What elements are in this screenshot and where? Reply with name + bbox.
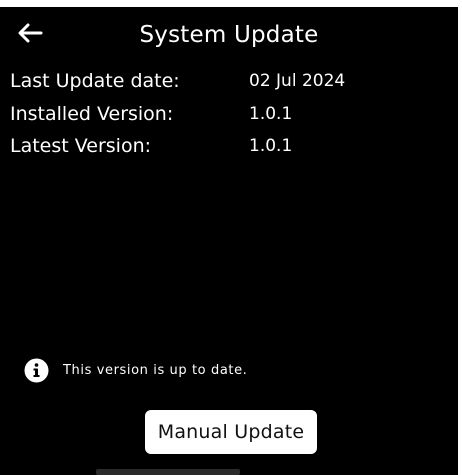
- manual-update-button[interactable]: Manual Update: [145, 410, 317, 454]
- installed-version-row: Installed Version: 1.0.1: [10, 100, 450, 128]
- status-text: This version is up to date.: [63, 362, 248, 378]
- latest-version-value: 1.0.1: [249, 136, 293, 156]
- system-update-screen: System Update Last Update date: 02 Jul 2…: [0, 7, 458, 475]
- latest-version-label: Latest Version:: [10, 135, 152, 157]
- header-bar: System Update: [0, 7, 458, 59]
- installed-version-label: Installed Version:: [10, 103, 174, 125]
- last-update-label: Last Update date:: [10, 70, 180, 92]
- installed-version-value: 1.0.1: [249, 104, 293, 124]
- page-title: System Update: [139, 22, 319, 48]
- last-update-value: 02 Jul 2024: [249, 71, 346, 91]
- latest-version-row: Latest Version: 1.0.1: [10, 132, 450, 160]
- scroll-hint: [96, 469, 240, 475]
- last-update-row: Last Update date: 02 Jul 2024: [10, 67, 450, 95]
- status-message: This version is up to date.: [24, 357, 247, 383]
- info-icon: [24, 358, 49, 383]
